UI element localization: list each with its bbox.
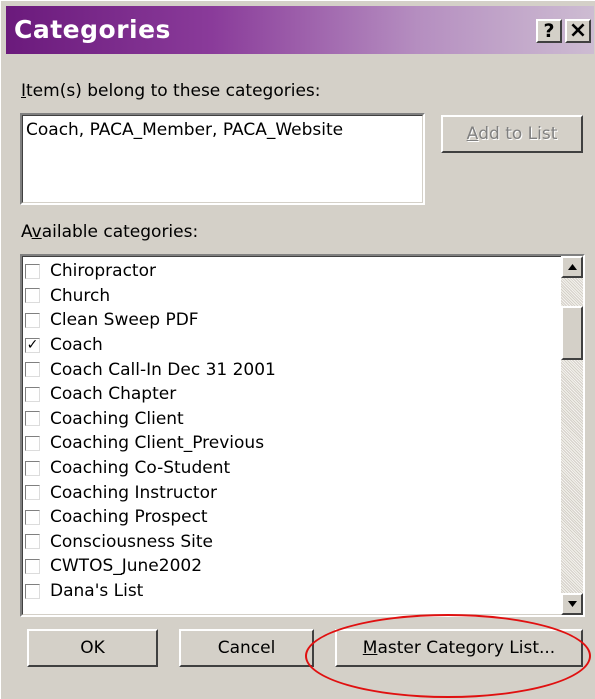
arrow-up-icon (567, 264, 577, 270)
category-label: Coaching Instructor (50, 482, 217, 503)
dialog-title: Categories (14, 15, 171, 44)
close-button[interactable]: × (565, 19, 591, 43)
list-item[interactable]: Consciousness Site (25, 530, 565, 555)
list-item[interactable]: Coaching Client (25, 407, 565, 432)
category-label: Dana's List (50, 581, 144, 602)
scroll-up-button[interactable] (561, 256, 583, 278)
scroll-down-button[interactable] (561, 593, 583, 615)
checkbox[interactable] (25, 558, 40, 574)
list-item[interactable]: Coach Call-In Dec 31 2001 (25, 357, 565, 382)
category-label: Coach Call-In Dec 31 2001 (50, 359, 276, 380)
arrow-down-icon (567, 601, 577, 607)
help-icon: ? (543, 19, 555, 42)
ok-button[interactable]: OK (27, 629, 158, 667)
checkbox[interactable] (25, 312, 40, 328)
categories-dialog: Categories ? × Item(s) belong to these c… (0, 0, 595, 699)
list-item[interactable]: Coach Chapter (25, 382, 565, 407)
assigned-categories-field[interactable]: Coach, PACA_Member, PACA_Website (20, 113, 425, 205)
checkbox[interactable] (25, 386, 40, 402)
category-items: Chiropractor Church Clean Sweep PDF ✓ Coach C… (25, 259, 565, 603)
list-item[interactable]: Coaching Client_Previous (25, 431, 565, 456)
list-item[interactable]: Coaching Co-Student (25, 456, 565, 481)
available-categories-label: Available categories: (21, 222, 199, 242)
list-scrollbar[interactable] (561, 256, 583, 615)
assigned-categories-value[interactable]: Coach, PACA_Member, PACA_Website (26, 120, 343, 140)
checkbox[interactable] (25, 263, 40, 279)
list-item[interactable]: Church (25, 284, 565, 309)
cancel-button[interactable]: Cancel (179, 629, 314, 667)
checkbox-checked[interactable]: ✓ (25, 336, 40, 353)
title-bar[interactable]: Categories ? × (6, 6, 594, 54)
category-label: Coaching Co-Student (50, 458, 231, 479)
category-label: Coaching Prospect (50, 507, 208, 528)
category-label: Consciousness Site (50, 531, 213, 552)
category-label: Chiropractor (50, 261, 156, 282)
category-label: Coach Chapter (50, 384, 177, 405)
checkbox[interactable] (25, 509, 40, 525)
category-label: Coaching Client (50, 408, 184, 429)
scroll-thumb[interactable] (561, 306, 583, 360)
checkbox[interactable] (25, 362, 40, 378)
list-item[interactable]: Dana's List (25, 579, 565, 604)
checkbox[interactable] (25, 583, 40, 599)
check-icon: ✓ (26, 336, 39, 353)
assigned-categories-label: Item(s) belong to these categories: (21, 81, 321, 101)
checkbox[interactable] (25, 411, 40, 427)
master-category-list-button[interactable]: Master Category List... (335, 629, 583, 667)
checkbox[interactable] (25, 534, 40, 550)
list-item[interactable]: Clean Sweep PDF (25, 308, 565, 333)
help-button[interactable]: ? (536, 19, 562, 43)
category-label: Clean Sweep PDF (50, 310, 199, 331)
checkbox[interactable] (25, 485, 40, 501)
available-categories-list[interactable]: Chiropractor Church Clean Sweep PDF ✓ Coach C… (20, 254, 585, 617)
category-label: Church (50, 285, 111, 306)
category-label: Coach (50, 335, 103, 356)
checkbox[interactable] (25, 435, 40, 451)
list-item[interactable]: ✓ Coach (25, 333, 565, 358)
list-item[interactable]: Coaching Prospect (25, 505, 565, 530)
category-label: CWTOS_June2002 (50, 556, 203, 577)
add-to-list-button[interactable]: Add to List (441, 115, 583, 153)
checkbox[interactable] (25, 288, 40, 304)
list-item[interactable]: Coaching Instructor (25, 480, 565, 505)
list-item[interactable]: Chiropractor (25, 259, 565, 284)
category-label: Coaching Client_Previous (50, 433, 265, 454)
list-item[interactable]: CWTOS_June2002 (25, 554, 565, 579)
close-icon: × (568, 18, 588, 43)
checkbox[interactable] (25, 460, 40, 476)
